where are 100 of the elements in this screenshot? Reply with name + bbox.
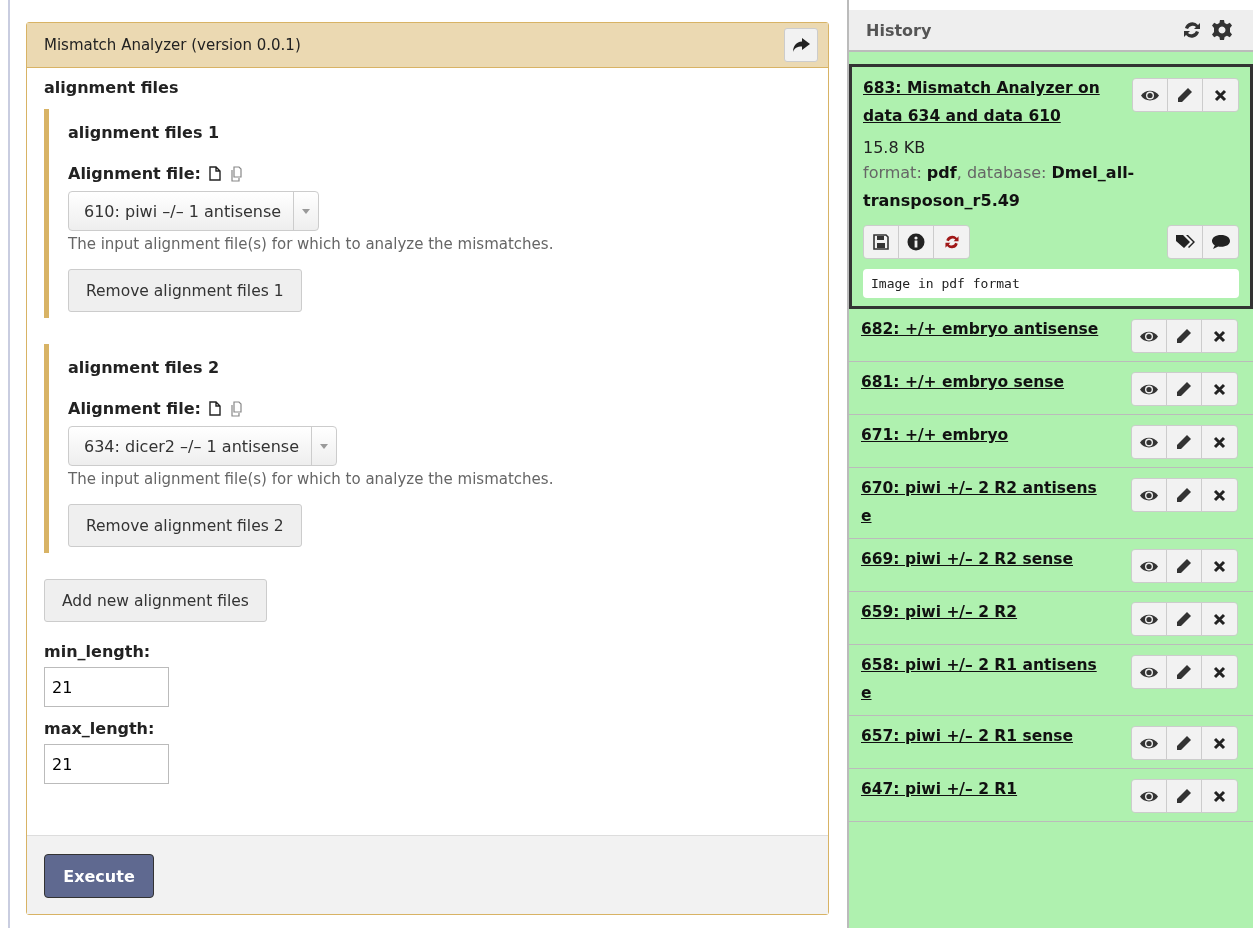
close-icon [1214, 88, 1227, 102]
edit-button[interactable] [1168, 79, 1203, 111]
copy-icon[interactable] [228, 400, 245, 417]
close-icon [1213, 789, 1226, 803]
delete-button[interactable] [1202, 373, 1237, 405]
dataset-title-link[interactable]: 681: +/+ embryo sense [861, 368, 1101, 396]
view-button[interactable] [1132, 320, 1167, 352]
delete-button[interactable] [1202, 479, 1237, 511]
eye-icon [1139, 789, 1159, 803]
edit-button[interactable] [1167, 373, 1202, 405]
tags-button[interactable] [1168, 226, 1203, 258]
edit-button[interactable] [1167, 603, 1202, 635]
history-item[interactable]: 671: +/+ embryo [849, 415, 1253, 468]
speech-bubble-icon [1210, 234, 1231, 250]
history-item[interactable]: 670: piwi +/– 2 R2 antisense [849, 468, 1253, 539]
dataset-select[interactable]: 634: dicer2 –/– 1 antisense [68, 426, 337, 466]
remove-button[interactable]: Remove alignment files 2 [68, 504, 302, 547]
dataset-title-link[interactable]: 670: piwi +/– 2 R2 antisense [861, 474, 1101, 530]
eye-icon [1139, 736, 1159, 750]
history-item[interactable]: 657: piwi +/– 2 R1 sense [849, 716, 1253, 769]
edit-button[interactable] [1167, 479, 1202, 511]
caret-icon [302, 208, 311, 214]
eye-icon [1139, 329, 1159, 343]
share-arrow-icon [791, 37, 811, 53]
settings-icon[interactable] [1211, 19, 1233, 41]
dataset-title-link[interactable]: 669: piwi +/– 2 R2 sense [861, 545, 1101, 573]
history-item[interactable]: 681: +/+ embryo sense [849, 362, 1253, 415]
copy-icon[interactable] [228, 165, 245, 182]
dataset-title-link[interactable]: 683: Mismatch Analyzer on data 634 and data 610 [863, 74, 1103, 130]
dataset-title-link[interactable]: 671: +/+ embryo [861, 421, 1101, 449]
edit-button[interactable] [1167, 656, 1202, 688]
history-item[interactable]: 658: piwi +/– 2 R1 antisense [849, 645, 1253, 716]
view-button[interactable] [1132, 780, 1167, 812]
delete-button[interactable] [1202, 320, 1237, 352]
edit-button[interactable] [1167, 426, 1202, 458]
input-field[interactable]: 21 [44, 744, 169, 784]
delete-button[interactable] [1202, 727, 1237, 759]
edit-button[interactable] [1167, 780, 1202, 812]
dataset-title-link[interactable]: 659: piwi +/– 2 R2 [861, 598, 1101, 626]
field-label: max_length: [44, 719, 156, 738]
delete-button[interactable] [1202, 550, 1237, 582]
dataset-info: format: pdf, database: Dmel_all-transposon_r5.49 [863, 162, 1136, 212]
execute-button[interactable]: Execute [44, 854, 154, 898]
dataset-title-link[interactable]: 658: piwi +/– 2 R1 antisense [861, 651, 1101, 707]
delete-button[interactable] [1203, 79, 1238, 111]
delete-button[interactable] [1202, 656, 1237, 688]
view-button[interactable] [1132, 603, 1167, 635]
edit-button[interactable] [1167, 727, 1202, 759]
dataset-title-link[interactable]: 657: piwi +/– 2 R1 sense [861, 722, 1101, 750]
info-icon [907, 233, 925, 251]
edit-button[interactable] [1167, 320, 1202, 352]
view-button[interactable] [1132, 727, 1167, 759]
pencil-icon [1176, 664, 1192, 680]
add-button[interactable]: Add new alignment files [44, 579, 267, 622]
tags-icon [1175, 234, 1195, 250]
dataset-select[interactable]: 610: piwi –/– 1 antisense [68, 191, 320, 231]
view-button[interactable] [1132, 656, 1167, 688]
close-icon [1213, 736, 1226, 750]
history-item[interactable]: 647: piwi +/– 2 R1 [849, 769, 1253, 822]
download-button[interactable] [864, 226, 899, 258]
view-button[interactable] [1132, 373, 1167, 405]
input-field[interactable]: 21 [44, 667, 169, 707]
dataset-title-link[interactable]: 647: piwi +/– 2 R1 [861, 775, 1101, 803]
edit-button[interactable] [1167, 550, 1202, 582]
close-icon [1213, 329, 1226, 343]
help-text: The input alignment file(s) for which to analyze the mismatches. [68, 470, 555, 488]
file-icon[interactable] [208, 401, 221, 416]
refresh-icon [942, 233, 961, 251]
remove-button[interactable]: Remove alignment files 1 [68, 269, 302, 312]
dataset-title-link[interactable]: 682: +/+ embryo antisense [861, 315, 1101, 343]
field-label: Alignment file: [68, 399, 201, 418]
close-icon [1213, 612, 1226, 626]
help-text: The input alignment file(s) for which to analyze the mismatches. [68, 235, 555, 253]
eye-icon [1140, 88, 1160, 102]
view-button[interactable] [1132, 426, 1167, 458]
share-button[interactable] [784, 28, 818, 62]
view-button[interactable] [1133, 79, 1168, 111]
dataset-peek: Image in pdf format [863, 269, 1239, 298]
refresh-icon[interactable] [1181, 19, 1203, 41]
view-button[interactable] [1132, 550, 1167, 582]
view-button[interactable] [1132, 479, 1167, 511]
tool-title: Mismatch Analyzer (version 0.0.1) [44, 36, 301, 54]
close-icon [1213, 559, 1226, 573]
history-item[interactable]: 669: piwi +/– 2 R2 sense [849, 539, 1253, 592]
pencil-icon [1177, 87, 1193, 103]
history-item[interactable]: 659: piwi +/– 2 R2 [849, 592, 1253, 645]
repeat-title: alignment files 1 [68, 122, 221, 144]
file-icon[interactable] [208, 166, 221, 181]
delete-button[interactable] [1202, 603, 1237, 635]
rerun-button[interactable] [934, 226, 969, 258]
pencil-icon [1176, 434, 1192, 450]
pencil-icon [1176, 558, 1192, 574]
close-icon [1213, 488, 1226, 502]
delete-button[interactable] [1202, 426, 1237, 458]
history-item[interactable]: 683: Mismatch Analyzer on data 634 and data 610 15.8 KB format: pdf, database: Dmel_all-transposon_r5.49 Image in pdf format [849, 64, 1253, 309]
annotation-button[interactable] [1203, 226, 1238, 258]
delete-button[interactable] [1202, 780, 1237, 812]
history-item[interactable]: 682: +/+ embryo antisense [849, 309, 1253, 362]
eye-icon [1139, 435, 1159, 449]
info-button[interactable] [899, 226, 934, 258]
